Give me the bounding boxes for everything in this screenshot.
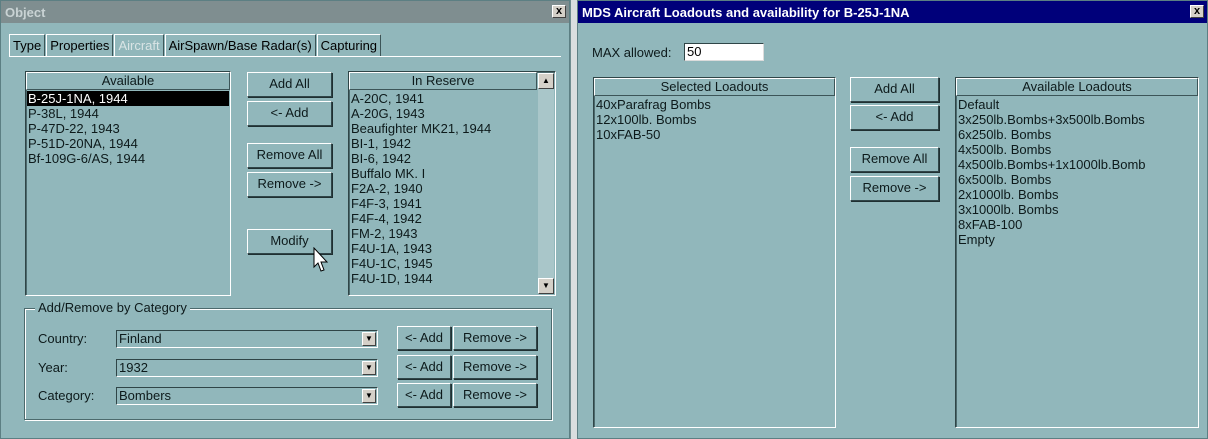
list-item[interactable]: P-51D-20NA, 1944 <box>27 136 229 151</box>
window-gap <box>570 0 577 439</box>
add-button[interactable]: <- Add <box>247 101 332 126</box>
object-title: Object <box>5 4 46 20</box>
list-item[interactable]: 8xFAB-100 <box>957 217 1197 232</box>
list-item[interactable]: Default <box>957 97 1197 112</box>
category-select[interactable]: Bombers ▼ <box>116 387 378 405</box>
in-reserve-items: A-20C, 1941 A-20G, 1943 Beaufighter MK21… <box>350 91 537 294</box>
list-item[interactable]: F4F-3, 1941 <box>350 196 537 211</box>
year-remove-button[interactable]: Remove -> <box>453 355 537 379</box>
category-add-button[interactable]: <- Add <box>397 383 451 407</box>
scroll-up-arrow-icon[interactable]: ▲ <box>538 73 554 89</box>
list-item[interactable]: 2x1000lb. Bombs <box>957 187 1197 202</box>
list-item[interactable]: BI-6, 1942 <box>350 151 537 166</box>
list-item[interactable]: Bf-109G-6/AS, 1944 <box>27 151 229 166</box>
available-aircraft-list[interactable]: Available B-25J-1NA, 1944 P-38L, 1944 P-… <box>25 71 231 296</box>
list-item[interactable]: B-25J-1NA, 1944 <box>27 91 229 106</box>
selected-loadouts-list[interactable]: Selected Loadouts 40xParafrag Bombs 12x1… <box>593 77 836 428</box>
max-allowed-label: MAX allowed: <box>592 45 672 60</box>
selected-loadouts-items: 40xParafrag Bombs 12x100lb. Bombs 10xFAB… <box>595 97 834 426</box>
object-tabs: Type Properties Aircraft AirSpawn/Base R… <box>9 34 382 56</box>
list-item[interactable]: 6x500lb. Bombs <box>957 172 1197 187</box>
country-label: Country: <box>38 331 88 346</box>
available-items: B-25J-1NA, 1944 P-38L, 1944 P-47D-22, 19… <box>27 91 229 294</box>
loadouts-titlebar[interactable]: MDS Aircraft Loadouts and availability f… <box>578 1 1207 23</box>
list-item[interactable]: 3x250lb.Bombs+3x500lb.Bombs <box>957 112 1197 127</box>
tab-aircraft[interactable]: Aircraft <box>114 34 164 56</box>
list-item[interactable]: FM-2, 1943 <box>350 226 537 241</box>
loadouts-close-icon[interactable]: x <box>1190 5 1204 18</box>
object-close-icon[interactable]: x <box>552 5 566 18</box>
category-value: Bombers <box>119 388 172 403</box>
country-remove-button[interactable]: Remove -> <box>453 326 537 350</box>
mouse-cursor-icon <box>313 247 329 272</box>
object-window: Object x Type Properties Aircraft AirSpa… <box>0 0 570 439</box>
available-loadouts-list[interactable]: Available Loadouts Default 3x250lb.Bombs… <box>955 77 1199 428</box>
tab-properties[interactable]: Properties <box>46 34 114 56</box>
loadouts-title: MDS Aircraft Loadouts and availability f… <box>582 4 910 20</box>
list-item[interactable]: A-20G, 1943 <box>350 106 537 121</box>
category-group-title: Add/Remove by Category <box>35 300 190 315</box>
year-select[interactable]: 1932 ▼ <box>116 359 378 377</box>
tab-type[interactable]: Type <box>9 34 46 56</box>
scroll-down-arrow-icon[interactable]: ▼ <box>538 278 554 294</box>
list-item[interactable]: 10xFAB-50 <box>595 127 834 142</box>
list-item[interactable]: Empty <box>957 232 1197 247</box>
list-item[interactable]: 4x500lb.Bombs+1x1000lb.Bomb <box>957 157 1197 172</box>
list-item[interactable]: A-20C, 1941 <box>350 91 537 106</box>
list-item[interactable]: 40xParafrag Bombs <box>595 97 834 112</box>
country-value: Finland <box>119 331 162 346</box>
tab-divider <box>9 56 561 57</box>
dropdown-arrow-icon[interactable]: ▼ <box>362 332 376 346</box>
in-reserve-list[interactable]: In Reserve A-20C, 1941 A-20G, 1943 Beauf… <box>348 71 556 296</box>
tab-capturing[interactable]: Capturing <box>316 34 382 56</box>
dropdown-arrow-icon[interactable]: ▼ <box>362 361 376 375</box>
loadout-remove-all-button[interactable]: Remove All <box>850 147 939 172</box>
country-select[interactable]: Finland ▼ <box>116 330 378 348</box>
list-item[interactable]: 4x500lb. Bombs <box>957 142 1197 157</box>
list-item[interactable]: F4U-1A, 1943 <box>350 241 537 256</box>
loadout-add-all-button[interactable]: Add All <box>850 77 939 102</box>
year-add-button[interactable]: <- Add <box>397 355 451 379</box>
remove-all-button[interactable]: Remove All <box>247 143 332 168</box>
remove-button[interactable]: Remove -> <box>247 172 332 197</box>
list-item[interactable]: F4U-1C, 1945 <box>350 256 537 271</box>
list-item[interactable]: 3x1000lb. Bombs <box>957 202 1197 217</box>
list-item[interactable]: BI-1, 1942 <box>350 136 537 151</box>
loadouts-window: MDS Aircraft Loadouts and availability f… <box>577 0 1208 439</box>
list-item[interactable]: Beaufighter MK21, 1944 <box>350 121 537 136</box>
year-label: Year: <box>38 360 68 375</box>
list-item[interactable]: 12x100lb. Bombs <box>595 112 834 127</box>
category-label: Category: <box>38 388 95 403</box>
list-item[interactable]: F4F-4, 1942 <box>350 211 537 226</box>
available-header[interactable]: Available <box>26 72 230 90</box>
in-reserve-header[interactable]: In Reserve <box>349 72 537 90</box>
list-item[interactable]: 6x250lb. Bombs <box>957 127 1197 142</box>
loadout-remove-button[interactable]: Remove -> <box>850 176 939 201</box>
add-all-button[interactable]: Add All <box>247 72 332 97</box>
year-value: 1932 <box>119 360 148 375</box>
tab-airspawn-base-radar[interactable]: AirSpawn/Base Radar(s) <box>164 34 316 56</box>
object-titlebar[interactable]: Object x <box>1 1 569 23</box>
list-item[interactable]: P-38L, 1944 <box>27 106 229 121</box>
available-loadouts-header[interactable]: Available Loadouts <box>956 78 1198 96</box>
dropdown-arrow-icon[interactable]: ▼ <box>362 389 376 403</box>
list-item[interactable]: F2A-2, 1940 <box>350 181 537 196</box>
available-loadouts-items: Default 3x250lb.Bombs+3x500lb.Bombs 6x25… <box>957 97 1197 426</box>
in-reserve-scrollbar[interactable]: ▲ ▼ <box>538 73 554 294</box>
list-item[interactable]: Buffalo MK. I <box>350 166 537 181</box>
max-allowed-input[interactable]: 50 <box>684 43 764 61</box>
category-remove-button[interactable]: Remove -> <box>453 383 537 407</box>
selected-loadouts-header[interactable]: Selected Loadouts <box>594 78 835 96</box>
loadout-add-button[interactable]: <- Add <box>850 105 939 130</box>
country-add-button[interactable]: <- Add <box>397 326 451 350</box>
list-item[interactable]: P-47D-22, 1943 <box>27 121 229 136</box>
list-item[interactable]: F4U-1D, 1944 <box>350 271 537 286</box>
